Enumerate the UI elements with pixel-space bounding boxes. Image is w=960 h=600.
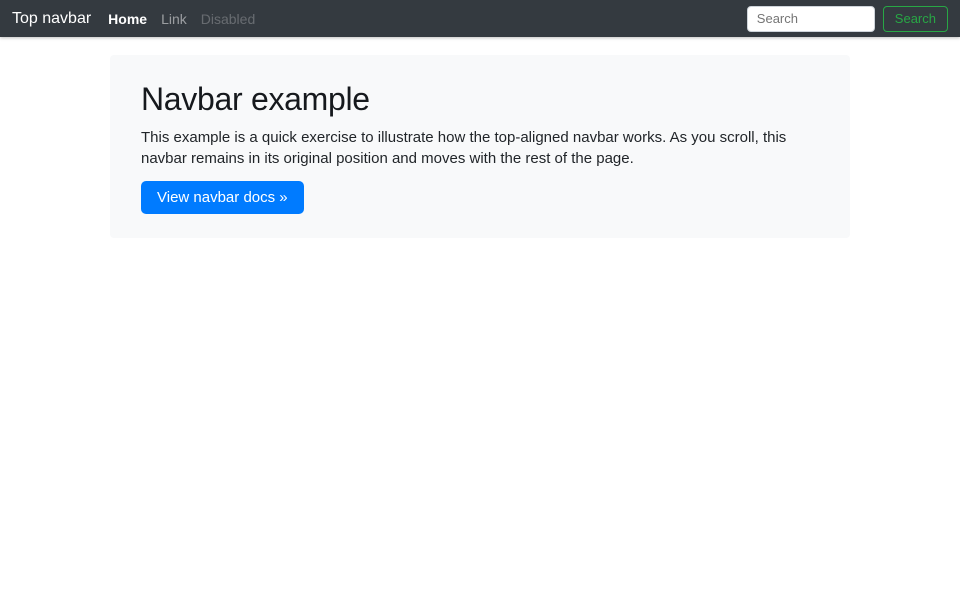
top-navbar: Top navbar Home Link Disabled Search	[0, 0, 960, 37]
search-button[interactable]: Search	[882, 5, 948, 32]
search-form: Search	[746, 5, 948, 32]
nav-link-link[interactable]: Link	[161, 11, 187, 27]
nav-link-disabled: Disabled	[200, 10, 256, 27]
page-title: Navbar example	[141, 81, 370, 117]
navbar-nav: Home Link Disabled	[108, 11, 269, 27]
jumbotron: Navbar example This example is a quick e…	[110, 55, 850, 238]
view-navbar-docs-button[interactable]: View navbar docs »	[141, 181, 304, 214]
page-main: Navbar example This example is a quick e…	[0, 37, 960, 238]
navbar-brand[interactable]: Top navbar	[12, 10, 91, 28]
nav-link-home[interactable]: Home	[108, 11, 147, 27]
page-description: This example is a quick exercise to illu…	[141, 129, 787, 167]
search-input[interactable]	[746, 5, 875, 32]
